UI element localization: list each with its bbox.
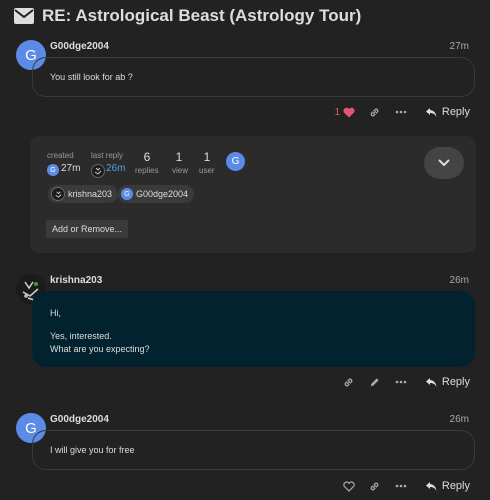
- created-time[interactable]: 27m: [61, 163, 80, 174]
- avatar: [51, 187, 65, 201]
- reply-button[interactable]: Reply: [425, 376, 470, 388]
- post-body: You still look for ab ?: [32, 57, 475, 97]
- copy-link-button[interactable]: [338, 374, 360, 390]
- like-count: 1: [334, 106, 341, 118]
- views-label: view: [172, 166, 189, 175]
- post-username[interactable]: krishna203: [50, 275, 102, 286]
- post-username[interactable]: G00dge2004: [50, 414, 109, 425]
- reply-icon: [425, 377, 437, 387]
- post-time[interactable]: 26m: [450, 275, 469, 286]
- user-avatar-image: [94, 167, 102, 175]
- pencil-icon: [371, 377, 379, 386]
- reply-icon: [425, 107, 437, 117]
- avatar[interactable]: G: [47, 164, 59, 176]
- reply-icon: [425, 481, 437, 491]
- link-icon: [344, 378, 353, 386]
- page-title: RE: Astrological Beast (Astrology Tour): [42, 6, 362, 25]
- created-label: created: [47, 151, 74, 160]
- post-body: Hi, Yes, interested. What are you expect…: [32, 291, 475, 367]
- reply-label: Reply: [441, 480, 470, 492]
- post-text: Yes, interested.: [50, 331, 112, 341]
- users-label: user: [199, 166, 215, 175]
- post-time[interactable]: 27m: [450, 41, 469, 52]
- reply-label: Reply: [441, 106, 470, 118]
- more-button[interactable]: [390, 374, 412, 390]
- views-count: 1: [175, 150, 183, 164]
- more-icon: [395, 110, 407, 114]
- last-reply-label: last reply: [91, 151, 124, 160]
- user-avatar-image: [55, 190, 62, 198]
- post-text: Hi,: [50, 308, 61, 318]
- heart-icon: [343, 107, 355, 117]
- more-icon: [395, 380, 407, 384]
- heart-icon: [343, 480, 355, 492]
- add-remove-button[interactable]: Add or Remove...: [46, 220, 129, 238]
- reply-label: Reply: [441, 376, 470, 388]
- replies-label: replies: [135, 166, 159, 175]
- like-button[interactable]: [338, 478, 360, 494]
- more-button[interactable]: [390, 478, 412, 494]
- reply-button[interactable]: Reply: [425, 480, 470, 492]
- link-icon: [370, 108, 379, 116]
- copy-link-button[interactable]: [364, 104, 386, 120]
- avatar[interactable]: G: [226, 152, 245, 171]
- topic-title-row: RE: Astrological Beast (Astrology Tour): [14, 5, 361, 27]
- post-username[interactable]: G00dge2004: [50, 41, 109, 52]
- post-time[interactable]: 26m: [450, 414, 469, 425]
- participant-chip[interactable]: G G00dge2004: [118, 185, 195, 203]
- chevron-down-icon: [438, 159, 450, 167]
- copy-link-button[interactable]: [364, 478, 386, 494]
- edit-button[interactable]: [364, 374, 386, 390]
- post-text: I will give you for free: [50, 445, 135, 455]
- more-icon: [395, 484, 407, 488]
- reply-button[interactable]: Reply: [425, 106, 470, 118]
- post-actions: Reply: [334, 374, 470, 390]
- post-body: I will give you for free: [32, 430, 475, 470]
- participant-name: krishna203: [68, 189, 113, 199]
- link-icon: [370, 482, 379, 490]
- expand-summary-button[interactable]: [424, 147, 464, 179]
- participant-name: G00dge2004: [136, 189, 189, 199]
- post-actions: Reply: [334, 478, 470, 494]
- more-button[interactable]: [390, 104, 412, 120]
- post-text: You still look for ab ?: [50, 72, 133, 82]
- replies-count: 6: [143, 150, 151, 164]
- participant-chip[interactable]: krishna203: [48, 185, 119, 203]
- last-reply-time[interactable]: 26m: [106, 163, 125, 174]
- like-button[interactable]: 1: [330, 104, 360, 120]
- users-count: 1: [203, 150, 211, 164]
- post-text: What are you expecting?: [50, 344, 150, 354]
- post-actions: 1 Reply: [326, 104, 470, 120]
- envelope-icon: [14, 8, 34, 24]
- avatar[interactable]: [91, 164, 105, 178]
- avatar: G: [121, 188, 133, 200]
